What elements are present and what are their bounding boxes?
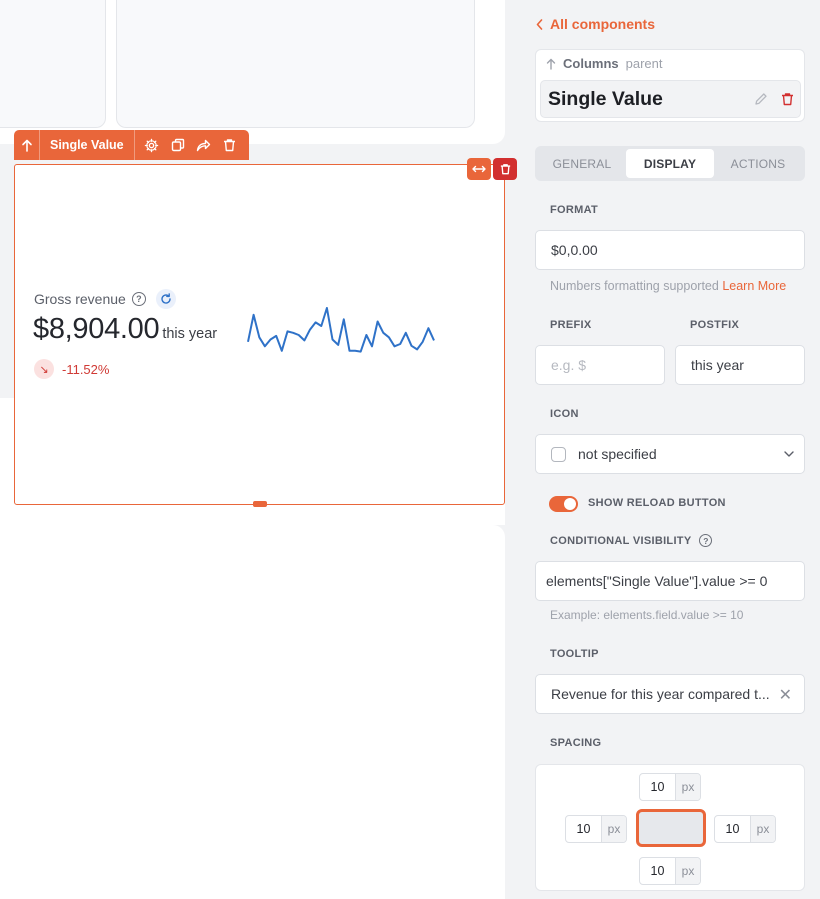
- tooltip-label: TOOLTIP: [550, 648, 599, 660]
- panel-tabs: GENERAL DISPLAY ACTIONS: [535, 146, 805, 181]
- postfix-input[interactable]: this year: [675, 345, 805, 385]
- single-value-display: $8,904.00 this year: [33, 313, 217, 346]
- parent-link[interactable]: Columns parent: [546, 56, 663, 71]
- duplicate-button[interactable]: [167, 130, 189, 160]
- reload-button[interactable]: [155, 289, 176, 309]
- parent-label: Columns: [563, 56, 619, 71]
- spacing-right-field[interactable]: 10 px: [714, 815, 776, 843]
- gear-icon: [144, 138, 159, 152]
- spacing-bottom-value: 10: [650, 864, 665, 878]
- chevron-left-icon: [536, 18, 543, 30]
- spacing-top-value: 10: [650, 780, 665, 794]
- toggle-knob: [564, 498, 576, 510]
- spacing-right-value: 10: [725, 822, 740, 836]
- learn-more-link[interactable]: Learn More: [722, 279, 786, 293]
- sparkline-chart: [247, 307, 435, 353]
- single-value-postfix: this year: [162, 326, 218, 342]
- resize-height-handle[interactable]: [253, 501, 267, 507]
- spacing-editor: 10 px 10 px 10 px 10 px: [535, 764, 805, 891]
- columns-container-bottom: [0, 525, 505, 899]
- widget-toolbar-title: Single Value: [40, 130, 135, 160]
- resize-width-button[interactable]: [467, 158, 491, 180]
- tab-general[interactable]: GENERAL: [538, 149, 626, 178]
- show-reload-label: SHOW RELOAD BUTTON: [588, 497, 726, 509]
- icon-placeholder-box: [551, 446, 566, 462]
- delete-widget-button[interactable]: [493, 158, 517, 180]
- prefix-label: PREFIX: [550, 319, 592, 331]
- spacing-right-unit: px: [750, 816, 775, 842]
- show-reload-toggle[interactable]: [549, 496, 578, 512]
- format-input[interactable]: $0,0.00: [535, 230, 805, 270]
- sparkline-series: [247, 307, 435, 353]
- conditional-visibility-input[interactable]: elements["Single Value"].value >= 0: [535, 561, 805, 601]
- widget-toolbar: Single Value: [14, 130, 249, 160]
- spacing-bottom-unit: px: [675, 858, 700, 884]
- format-label: FORMAT: [550, 204, 599, 216]
- component-name-row: Single Value: [540, 80, 801, 118]
- spacing-bottom-field[interactable]: 10 px: [639, 857, 701, 885]
- spacing-top-field[interactable]: 10 px: [639, 773, 701, 801]
- format-hint-text: Numbers formatting supported: [550, 279, 719, 293]
- spacing-label: SPACING: [550, 737, 602, 749]
- share-arrow-icon: [196, 139, 211, 152]
- single-value-amount: $8,904.00: [33, 313, 160, 345]
- trend-down-icon: ↘: [34, 359, 54, 379]
- trash-icon: [781, 93, 793, 106]
- all-components-link[interactable]: All components: [536, 16, 655, 32]
- icon-select-value: not specified: [578, 446, 657, 462]
- conditional-visibility-header: CONDITIONAL VISIBILITY ?: [550, 534, 713, 547]
- tooltip-value: Revenue for this year compared t...: [551, 686, 770, 702]
- pencil-icon: [755, 93, 767, 105]
- chevron-down-icon: [784, 451, 794, 457]
- all-components-label: All components: [550, 16, 656, 32]
- postfix-label: POSTFIX: [690, 319, 740, 331]
- parent-suffix: parent: [625, 56, 663, 71]
- arrow-up-icon: [546, 58, 556, 70]
- spacing-left-field[interactable]: 10 px: [565, 815, 627, 843]
- component-name: Single Value: [548, 87, 663, 110]
- spacing-left-value: 10: [576, 822, 591, 836]
- prefix-input[interactable]: e.g. $: [535, 345, 665, 385]
- conditional-visibility-hint: Example: elements.field.value >= 10: [550, 608, 744, 622]
- spacing-left-unit: px: [601, 816, 626, 842]
- columns-container-top: [0, 0, 505, 144]
- component-header-card: Columns parent Single Value: [535, 49, 805, 122]
- delete-component-button[interactable]: [774, 84, 800, 114]
- copy-icon: [171, 138, 184, 152]
- tooltip-input[interactable]: Revenue for this year compared t... ✕: [535, 674, 805, 714]
- icon-label: ICON: [550, 408, 579, 420]
- icon-select[interactable]: not specified: [535, 434, 805, 474]
- single-value-label-row: Gross revenue ?: [34, 289, 176, 309]
- move-button[interactable]: [193, 130, 215, 160]
- single-value-delta: ↘ -11.52%: [34, 359, 109, 379]
- single-value-label: Gross revenue: [34, 291, 126, 307]
- tab-actions[interactable]: ACTIONS: [714, 149, 802, 178]
- trash-icon: [224, 139, 236, 152]
- trash-icon: [500, 164, 510, 175]
- reload-icon: [161, 293, 171, 304]
- delta-value: -11.52%: [62, 361, 110, 377]
- column-placeholder-2[interactable]: [116, 0, 475, 128]
- help-icon[interactable]: ?: [699, 534, 713, 547]
- rename-button[interactable]: [748, 84, 774, 114]
- clear-icon[interactable]: ✕: [779, 685, 792, 705]
- spacing-preview-box: [636, 809, 706, 847]
- column-placeholder-1[interactable]: [0, 0, 106, 128]
- arrow-up-icon: [21, 139, 32, 152]
- help-icon[interactable]: ?: [131, 292, 146, 306]
- select-parent-button[interactable]: [14, 130, 40, 160]
- conditional-visibility-label: CONDITIONAL VISIBILITY: [550, 534, 692, 547]
- format-hint: Numbers formatting supported Learn More: [550, 279, 786, 293]
- spacing-top-unit: px: [675, 774, 700, 800]
- settings-button[interactable]: [141, 130, 163, 160]
- arrows-horizontal-icon: [472, 165, 486, 173]
- tab-display[interactable]: DISPLAY: [626, 149, 714, 178]
- delete-button[interactable]: [219, 130, 241, 160]
